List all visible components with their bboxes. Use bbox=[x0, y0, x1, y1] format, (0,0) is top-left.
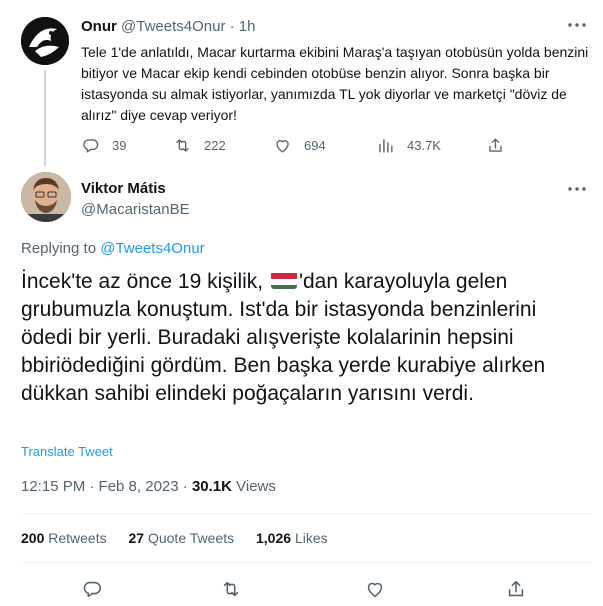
thread-line bbox=[44, 70, 46, 166]
translate-tweet-link[interactable]: Translate Tweet bbox=[21, 444, 113, 459]
quotes-count: 27 bbox=[128, 530, 145, 546]
separator-dot: · bbox=[229, 18, 235, 35]
author-handle[interactable]: @Tweets4Onur bbox=[121, 18, 225, 35]
replying-to-link[interactable]: @Tweets4Onur bbox=[100, 240, 204, 257]
share-icon bbox=[508, 580, 524, 597]
tweet-text: İncek'te az önce 19 kişilik, 'dan karayo… bbox=[21, 268, 591, 408]
author-name[interactable]: Onur bbox=[81, 18, 117, 35]
views-button[interactable]: 43.7K bbox=[376, 134, 441, 156]
avatar-onur[interactable] bbox=[21, 17, 69, 65]
retweet-icon bbox=[223, 581, 239, 597]
replying-prefix: Replying to bbox=[21, 240, 97, 257]
avatar-viktor[interactable] bbox=[21, 172, 71, 222]
retweet-button[interactable] bbox=[220, 578, 242, 600]
parent-tweet[interactable]: Onur @Tweets4Onur · 1h Tele 1'de anlatıl… bbox=[0, 0, 603, 170]
more-icon[interactable] bbox=[566, 18, 588, 32]
retweet-button[interactable]: 222 bbox=[173, 134, 226, 156]
like-count: 694 bbox=[304, 137, 326, 153]
replying-to: Replying to @Tweets4Onur bbox=[21, 240, 205, 257]
reply-icon bbox=[83, 138, 99, 153]
share-button[interactable] bbox=[486, 134, 517, 156]
tweet-text: Tele 1'de anlatıldı, Macar kurtarma ekib… bbox=[81, 44, 589, 123]
reply-button[interactable] bbox=[81, 578, 103, 600]
views-count: 30.1K bbox=[191, 478, 232, 495]
likes-stat[interactable]: 1,026 Likes bbox=[256, 530, 328, 546]
share-button[interactable] bbox=[505, 578, 527, 600]
divider bbox=[21, 513, 591, 514]
heart-icon bbox=[276, 139, 289, 153]
author-handle[interactable]: @MacaristanBE bbox=[81, 201, 190, 218]
like-button[interactable]: 694 bbox=[273, 134, 326, 156]
likes-label: Likes bbox=[294, 530, 328, 546]
likes-count: 1,026 bbox=[256, 530, 292, 546]
divider bbox=[21, 562, 591, 563]
views-label: Views bbox=[236, 478, 276, 495]
tweet-text-part1: İncek'te az önce 19 kişilik, bbox=[21, 270, 264, 293]
quotes-stat[interactable]: 27 Quote Tweets bbox=[129, 530, 235, 546]
tweet-actions: 39 222 694 43.7K bbox=[81, 134, 601, 156]
reply-count: 39 bbox=[112, 137, 127, 153]
hungary-flag-icon bbox=[270, 271, 297, 289]
quotes-label: Quote Tweets bbox=[147, 530, 235, 546]
tweet-timestamp: 12:15 PM · Feb 8, 2023 · 30.1K Views bbox=[21, 478, 276, 495]
reply-icon bbox=[83, 581, 101, 598]
views-count: 43.7K bbox=[407, 137, 441, 153]
tweet-header: Onur @Tweets4Onur · 1h bbox=[81, 18, 255, 35]
like-button[interactable] bbox=[364, 578, 386, 600]
analytics-icon bbox=[379, 138, 393, 153]
tweet-actions bbox=[21, 578, 591, 602]
retweet-icon bbox=[176, 138, 189, 152]
tweet-stats: 200 Retweets 27 Quote Tweets 1,026 Likes bbox=[21, 530, 346, 546]
heart-icon bbox=[367, 582, 383, 598]
more-icon[interactable] bbox=[566, 182, 588, 196]
retweets-count: 200 bbox=[21, 530, 45, 546]
tweet-time[interactable]: 12:15 PM · Feb 8, 2023 · bbox=[21, 478, 188, 495]
retweets-stat[interactable]: 200 Retweets bbox=[21, 530, 107, 546]
share-icon bbox=[489, 137, 502, 152]
tweet-time[interactable]: 1h bbox=[239, 18, 256, 35]
author-name[interactable]: Viktor Mátis bbox=[81, 180, 166, 197]
retweet-count: 222 bbox=[204, 137, 226, 153]
reply-button[interactable]: 39 bbox=[81, 134, 126, 156]
retweets-label: Retweets bbox=[48, 530, 107, 546]
